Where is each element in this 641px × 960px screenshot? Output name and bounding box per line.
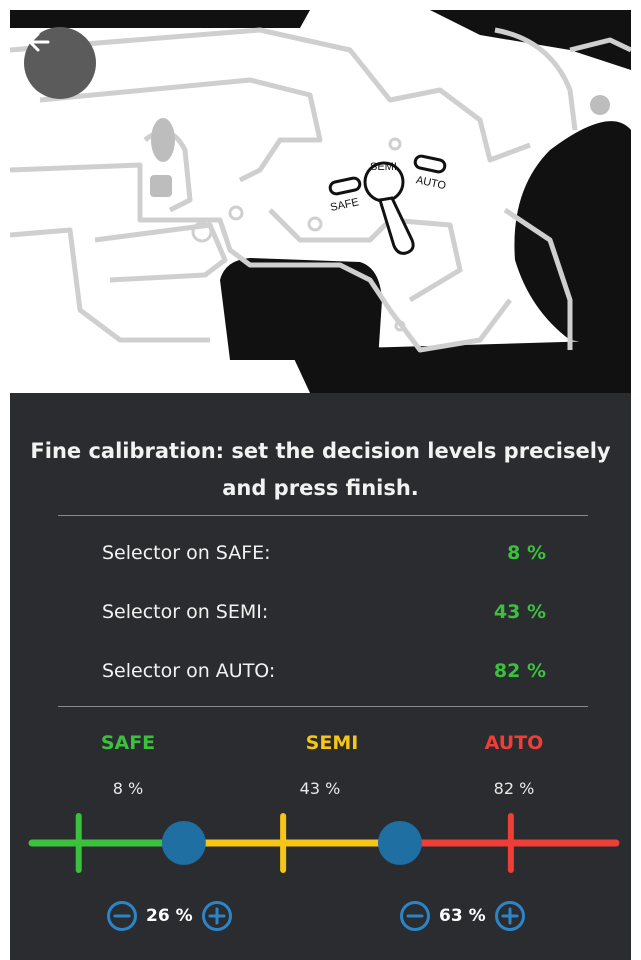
zone-level-safe: 8 % [112, 779, 144, 798]
threshold-handle-semi-auto[interactable] [377, 821, 422, 865]
reading-value-semi: 43 % [493, 601, 546, 623]
reading-value-auto: 82 % [493, 660, 546, 682]
back-button[interactable] [24, 27, 96, 99]
selector-illustration: SAFE SEMI AUTO [10, 10, 631, 393]
zone-level-auto: 82 % [493, 779, 535, 798]
calibration-panel: Fine calibration: set the decision level… [10, 393, 631, 960]
zone-name-semi: SEMI [305, 732, 359, 754]
increase-threshold-2-button[interactable] [494, 900, 526, 932]
zone-name-auto: AUTO [484, 732, 544, 754]
threshold-stepper-1: 26 % [106, 898, 233, 934]
reading-label-safe: Selector on SAFE: [102, 542, 271, 564]
divider-bottom [58, 706, 588, 707]
zone-name-safe: SAFE [100, 732, 156, 754]
threshold-2-value: 63 % [439, 906, 486, 926]
instruction-text: Fine calibration: set the decision level… [30, 439, 611, 500]
reading-label-semi: Selector on SEMI: [102, 601, 269, 623]
threshold-handle-safe-semi[interactable] [161, 821, 206, 865]
reading-value-safe: 8 % [507, 542, 546, 564]
app-frame: SAFE SEMI AUTO Fine calibration: set the… [10, 10, 631, 960]
increase-threshold-1-button[interactable] [201, 900, 233, 932]
zone-level-semi: 43 % [299, 779, 341, 798]
illustration-label-semi: SEMI [370, 161, 397, 173]
arrow-left-icon [28, 32, 50, 52]
divider-top [58, 515, 588, 516]
threshold-1-value: 26 % [146, 906, 193, 926]
reading-label-auto: Selector on AUTO: [102, 660, 276, 682]
decrease-threshold-1-button[interactable] [106, 900, 138, 932]
threshold-stepper-2: 63 % [399, 898, 526, 934]
rifle-lower-receiver-drawing: SAFE SEMI AUTO [10, 10, 631, 393]
threshold-slider[interactable] [10, 813, 631, 873]
decrease-threshold-2-button[interactable] [399, 900, 431, 932]
